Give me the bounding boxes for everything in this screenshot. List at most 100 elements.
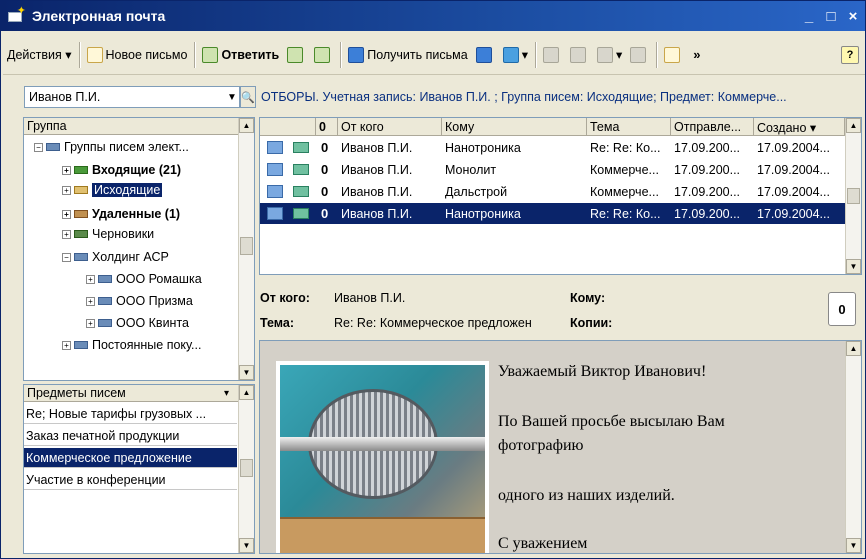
new-letter-icon xyxy=(86,46,103,63)
search-icon[interactable]: 🔍 xyxy=(240,86,256,108)
greeting-text: Уважаемый Виктор Иванович! xyxy=(498,363,707,380)
minimize-button[interactable]: _ xyxy=(799,8,819,25)
tree-item-kvinta[interactable]: + ООО Квинта xyxy=(86,313,189,333)
help-button[interactable]: ? xyxy=(841,45,859,64)
tree-item-customers[interactable]: + Постоянные поку... xyxy=(62,335,201,355)
to-label: Кому: xyxy=(570,291,606,305)
close-button[interactable]: × xyxy=(843,8,863,25)
col-to[interactable]: Кому xyxy=(442,118,587,136)
window-title: Электронная почта xyxy=(32,8,166,24)
subjects-header: Предметы писем ▾ xyxy=(24,385,254,402)
folder-icon xyxy=(74,253,88,261)
tree-item-deleted[interactable]: + Удаленные (1) xyxy=(62,204,180,224)
send-receive-button[interactable] xyxy=(472,41,499,69)
tree-item-root[interactable]: − Группы писем элект... xyxy=(34,137,189,157)
more-button[interactable]: » xyxy=(687,41,706,69)
scroll-up-icon[interactable]: ▲ xyxy=(239,385,254,400)
cell-created: 17.09.2004... xyxy=(757,184,830,199)
table-row[interactable]: 0 Иванов П.И. Монолит Коммерче... 17.09.… xyxy=(260,159,845,180)
attachments-button[interactable]: 0 xyxy=(828,292,856,326)
reply-all-icon xyxy=(287,46,304,63)
accounts-button[interactable]: ▾ xyxy=(499,41,532,69)
cell-created: 17.09.2004... xyxy=(757,140,830,155)
groups-header: Группа xyxy=(24,118,254,135)
filter-button[interactable] xyxy=(539,41,566,69)
title-bar[interactable]: ✦ Электронная почта _ □ × xyxy=(1,1,865,31)
grid-scrollbar[interactable]: ▲ ▼ xyxy=(845,118,861,274)
separator xyxy=(78,41,80,68)
tree-item-outbox[interactable]: + Исходящие xyxy=(62,180,163,200)
cell-to: Дальстрой xyxy=(445,184,508,199)
tree-item-prizma[interactable]: + ООО Призма xyxy=(86,291,193,311)
col-created[interactable]: Создано ▾ xyxy=(754,118,845,136)
groups-scrollbar[interactable]: ▲ ▼ xyxy=(238,118,254,380)
col-subject[interactable]: Тема xyxy=(587,118,671,136)
sent-status-icon xyxy=(290,203,314,224)
reply-button[interactable]: Ответить xyxy=(198,41,283,69)
get-mail-button[interactable]: Получить письма xyxy=(344,41,471,69)
scroll-down-icon[interactable]: ▼ xyxy=(846,538,861,553)
tree-item-holding[interactable]: − Холдинг АСР xyxy=(62,247,169,267)
forward-button[interactable] xyxy=(310,41,337,69)
attachment-icon: 0 xyxy=(321,206,329,221)
body-scrollbar[interactable]: ▲ ▼ xyxy=(845,341,861,553)
cell-subject: Re: Re: Ко... xyxy=(590,206,661,221)
scroll-thumb[interactable] xyxy=(240,237,253,255)
new-letter-button[interactable]: Новое письмо xyxy=(83,41,192,69)
table-row-selected[interactable]: 0 Иванов П.И. Нанотроника Re: Re: Ко... … xyxy=(260,203,845,224)
subject-item[interactable]: Заказ печатной продукции xyxy=(24,426,237,446)
message-body[interactable]: Уважаемый Виктор Иванович! По Вашей прос… xyxy=(259,340,862,554)
cell-to: Нанотроника xyxy=(445,206,521,221)
subject-item[interactable]: Re; Новые тарифы грузовых ... xyxy=(24,404,237,424)
separator xyxy=(340,41,342,68)
tree-item-drafts[interactable]: + Черновики xyxy=(62,224,154,244)
message-icon xyxy=(264,181,288,202)
delete-mark-icon xyxy=(664,46,681,63)
scroll-down-icon[interactable]: ▼ xyxy=(239,538,254,553)
folder-icon xyxy=(46,143,60,151)
email-window: ✦ Электронная почта _ □ × Действия ▾ Нов… xyxy=(0,0,866,559)
subjects-panel: Предметы писем ▾ ▲ ▼ Re; Новые тарифы гру… xyxy=(23,384,255,554)
col-from[interactable]: От кого xyxy=(338,118,442,136)
scroll-up-icon[interactable]: ▲ xyxy=(846,341,861,356)
subject-item[interactable]: Участие в конференции xyxy=(24,470,237,490)
scroll-thumb[interactable] xyxy=(847,188,860,204)
chevron-down-icon[interactable]: ▼ xyxy=(225,92,239,103)
subjects-header-label: Предметы писем xyxy=(27,386,126,400)
user-select[interactable]: Иванов П.И. ▼ xyxy=(24,86,240,108)
message-icon xyxy=(264,203,288,224)
forward-icon xyxy=(314,46,331,63)
cell-from: Иванов П.И. xyxy=(341,162,413,177)
col-attach[interactable]: 0 xyxy=(316,118,338,136)
scroll-up-icon[interactable]: ▲ xyxy=(239,118,254,133)
clear-filter-button[interactable] xyxy=(626,41,653,69)
tree-item-inbox[interactable]: + Входящие (21) xyxy=(62,160,181,180)
folder-icon xyxy=(98,275,112,283)
scroll-down-icon[interactable]: ▼ xyxy=(239,365,254,380)
col-sent[interactable]: Отправле... xyxy=(671,118,754,136)
folder-icon xyxy=(74,341,88,349)
filter-list-icon xyxy=(569,46,586,63)
actions-menu[interactable]: Действия ▾ xyxy=(3,41,76,69)
scroll-down-icon[interactable]: ▼ xyxy=(846,259,861,274)
cell-sent: 17.09.200... xyxy=(674,184,741,199)
maximize-button[interactable]: □ xyxy=(821,8,841,25)
delete-mark-button[interactable] xyxy=(660,41,687,69)
scroll-up-icon[interactable]: ▲ xyxy=(846,118,861,133)
network-icon xyxy=(502,46,519,63)
cell-sent: 17.09.200... xyxy=(674,140,741,155)
reply-all-button[interactable] xyxy=(283,41,310,69)
body-line-2: фотографию xyxy=(498,437,584,454)
col-icons[interactable] xyxy=(260,118,316,136)
filter-settings-button[interactable]: ▾ xyxy=(593,41,626,69)
grid-header: 0 От кого Кому Тема Отправле... Создано … xyxy=(260,118,845,136)
sent-status-icon xyxy=(290,137,314,158)
scroll-thumb[interactable] xyxy=(240,459,253,477)
tree-item-romashka[interactable]: + ООО Ромашка xyxy=(86,269,202,289)
subjects-scrollbar[interactable]: ▲ ▼ xyxy=(238,385,254,553)
filter-settings-icon xyxy=(596,46,613,63)
filter-list-button[interactable] xyxy=(566,41,593,69)
subject-item-selected[interactable]: Коммерческое предложение xyxy=(24,448,237,468)
table-row[interactable]: 0 Иванов П.И. Нанотроника Re: Re: Ко... … xyxy=(260,137,845,158)
table-row[interactable]: 0 Иванов П.И. Дальстрой Коммерче... 17.0… xyxy=(260,181,845,202)
